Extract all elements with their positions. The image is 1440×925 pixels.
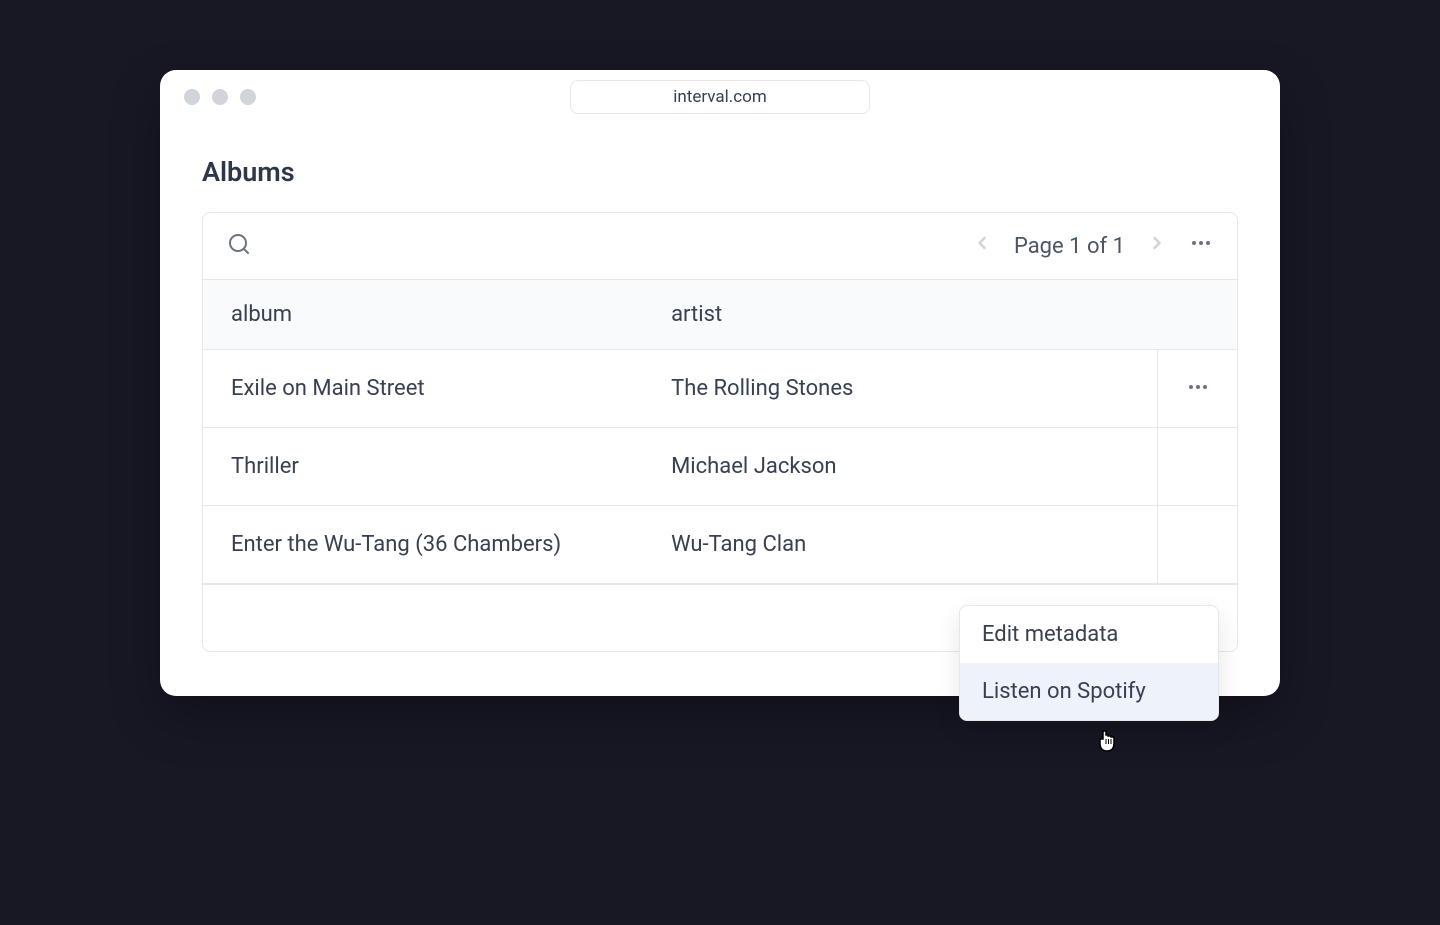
cell-album: Thriller: [231, 450, 671, 483]
pagination-top: Page 1 of 1: [972, 231, 1213, 261]
traffic-lights: [184, 89, 256, 105]
content-area: Albums Page 1 of 1: [160, 124, 1280, 696]
browser-window: interval.com Albums Pag: [160, 70, 1280, 696]
page-indicator-top: Page 1 of 1: [1014, 234, 1125, 259]
cell-artist: The Rolling Stones: [671, 372, 1157, 405]
page-title: Albums: [202, 156, 1238, 188]
menu-item-listen-spotify[interactable]: Listen on Spotify: [960, 663, 1218, 720]
address-bar[interactable]: interval.com: [570, 80, 870, 114]
table-row[interactable]: Thriller Michael Jackson: [203, 428, 1237, 506]
table-row[interactable]: Exile on Main Street The Rolling Stones: [203, 350, 1237, 428]
more-icon[interactable]: [1186, 375, 1210, 403]
menu-item-edit-metadata[interactable]: Edit metadata: [960, 606, 1218, 663]
context-menu: Edit metadata Listen on Spotify: [959, 605, 1219, 721]
more-icon[interactable]: [1189, 231, 1213, 261]
row-actions-button[interactable]: [1157, 350, 1237, 427]
table-header: album artist: [203, 279, 1237, 350]
table-container: Page 1 of 1 album artist Exile o: [202, 212, 1238, 652]
column-header-actions: [1129, 302, 1209, 327]
cell-album: Exile on Main Street: [231, 372, 671, 405]
column-header-artist: artist: [671, 302, 1129, 327]
browser-chrome: interval.com: [160, 70, 1280, 124]
column-header-album: album: [231, 302, 671, 327]
row-actions-button[interactable]: [1157, 506, 1237, 583]
chevron-right-icon[interactable]: [1147, 233, 1167, 259]
table-topbar: Page 1 of 1: [203, 213, 1237, 279]
table-row[interactable]: Enter the Wu-Tang (36 Chambers) Wu-Tang …: [203, 506, 1237, 584]
traffic-light-minimize[interactable]: [212, 89, 228, 105]
row-actions-button[interactable]: [1157, 428, 1237, 505]
cell-artist: Michael Jackson: [671, 450, 1157, 483]
traffic-light-close[interactable]: [184, 89, 200, 105]
cell-album: Enter the Wu-Tang (36 Chambers): [231, 528, 671, 561]
traffic-light-maximize[interactable]: [240, 89, 256, 105]
address-bar-url: interval.com: [673, 87, 766, 107]
search-icon[interactable]: [227, 232, 251, 260]
cell-artist: Wu-Tang Clan: [671, 528, 1157, 561]
chevron-left-icon[interactable]: [972, 233, 992, 259]
cursor-pointer-icon: [1094, 729, 1120, 763]
